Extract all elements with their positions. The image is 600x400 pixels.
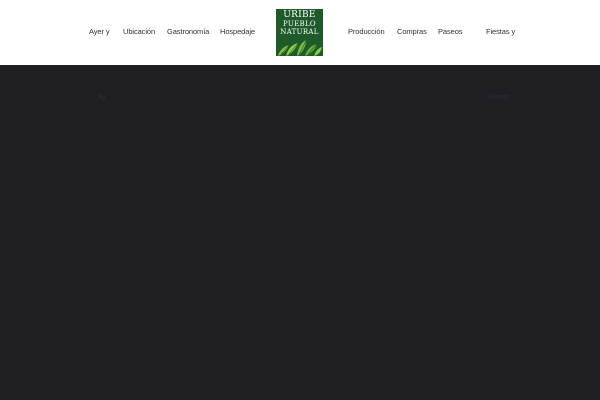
- logo-text-pueblo: PUEBLO: [283, 20, 316, 28]
- nav-item-compras[interactable]: Compras: [397, 27, 427, 37]
- logo-text-natural: NATURAL: [280, 28, 319, 36]
- nav-item-hospedaje[interactable]: Hospedaje: [220, 27, 255, 37]
- hero-faint-text-left: Ay: [98, 94, 107, 101]
- nav-item-paseos[interactable]: Paseos: [438, 27, 463, 37]
- site-header: Ayer y Ubicación Gastronomía Hospedaje U…: [0, 0, 600, 65]
- site-logo[interactable]: URIBE PUEBLO NATURAL: [276, 9, 323, 56]
- nav-item-fiestas[interactable]: Fiestas y: [486, 27, 515, 37]
- leaves-icon: [278, 39, 322, 56]
- hero-faint-text-right: Fiestas: [487, 94, 510, 101]
- nav-item-gastronomia[interactable]: Gastronomía: [167, 27, 209, 37]
- nav-item-produccion[interactable]: Producción: [348, 27, 385, 37]
- nav-item-ubicacion[interactable]: Ubicación: [123, 27, 155, 37]
- hero-section: Ay Fiestas: [0, 65, 600, 400]
- logo-text-uribe: URIBE: [283, 10, 316, 20]
- nav-item-ayer[interactable]: Ayer y: [89, 27, 110, 37]
